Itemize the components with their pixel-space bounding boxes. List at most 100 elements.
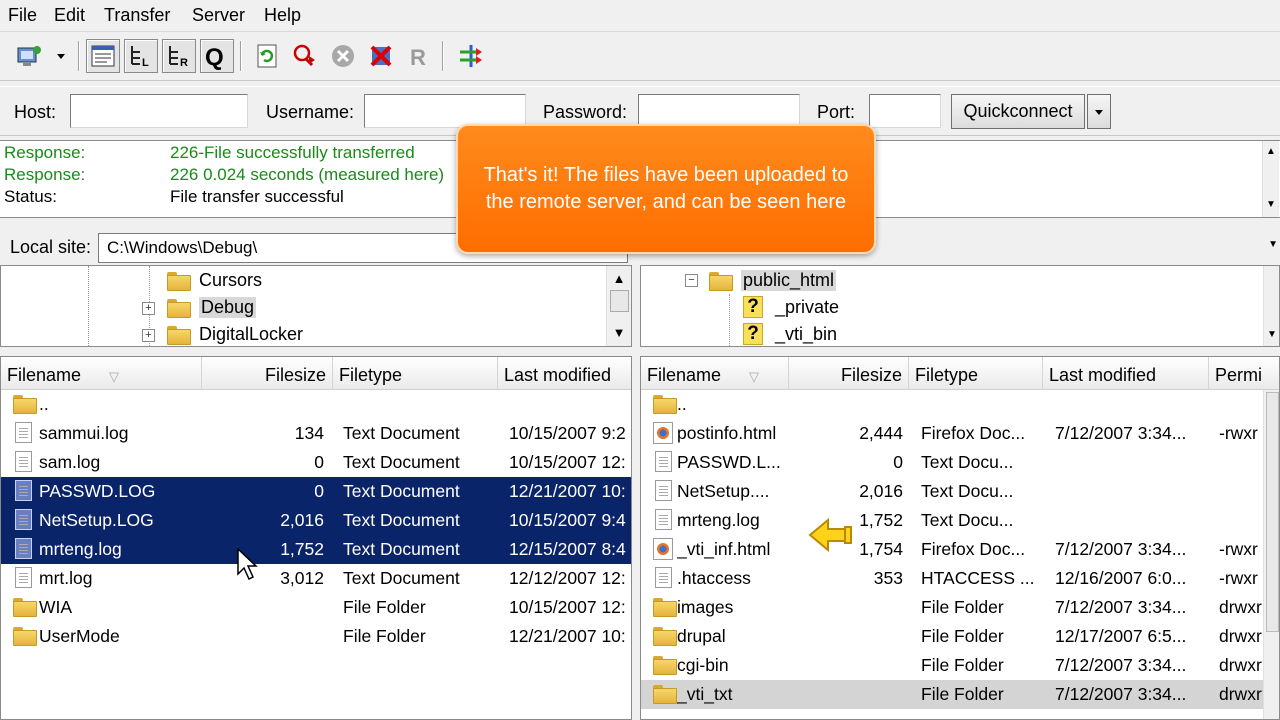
host-input[interactable] — [70, 94, 248, 128]
remote-list-scrollbar[interactable] — [1263, 390, 1279, 719]
scroll-up-icon[interactable]: ▲ — [607, 270, 631, 287]
column-filesize[interactable]: Filesize — [202, 357, 333, 390]
toolbar-separator — [78, 41, 80, 71]
local-file-row[interactable]: sam.log 0 Text Document 10/15/2007 12: — [1, 448, 631, 477]
column-filesize[interactable]: Filesize — [789, 357, 909, 390]
toolbar-separator — [240, 41, 242, 71]
local-file-row[interactable]: WIA File Folder 10/15/2007 12: — [1, 593, 631, 622]
toolbar: L R Q R — [0, 33, 1280, 81]
remote-file-row[interactable]: cgi-bin File Folder 7/12/2007 3:34... drwxr — [641, 651, 1263, 680]
column-filename[interactable]: Filename ▽ — [1, 357, 202, 390]
local-file-row[interactable]: UserMode File Folder 12/21/2007 10: — [1, 622, 631, 651]
refresh-icon[interactable] — [250, 39, 284, 73]
file-modified: 10/15/2007 9:2 — [509, 423, 626, 443]
remote-file-row[interactable]: .. — [641, 390, 1263, 419]
scroll-thumb[interactable] — [1266, 392, 1279, 632]
expand-icon[interactable]: + — [142, 329, 155, 342]
process-queue-icon[interactable] — [288, 39, 322, 73]
menu-file[interactable]: File — [8, 5, 37, 26]
file-permissions: -rwxr — [1219, 539, 1258, 559]
remote-file-row[interactable]: PASSWD.L... 0 Text Docu... — [641, 448, 1263, 477]
menu-transfer[interactable]: Transfer — [104, 5, 170, 26]
remote-tree-icon[interactable]: R — [162, 39, 196, 73]
remote-file-row[interactable]: drupal File Folder 12/17/2007 6:5... drwxr — [641, 622, 1263, 651]
remote-tree-scrollbar[interactable]: ▼ — [1263, 266, 1279, 346]
tree-item-vti-bin[interactable]: ? _vti_bin — [743, 321, 837, 346]
menu-help[interactable]: Help — [264, 5, 301, 26]
collapse-icon[interactable]: − — [685, 274, 698, 287]
column-filename[interactable]: Filename ▽ — [641, 357, 789, 390]
column-last-modified[interactable]: Last modified — [1043, 357, 1209, 390]
file-name: WIA — [39, 597, 73, 617]
remote-file-row[interactable]: postinfo.html 2,444 Firefox Doc... 7/12/200… — [641, 419, 1263, 448]
port-input[interactable] — [869, 94, 941, 128]
local-tree-scrollbar[interactable]: ▲ ▼ — [606, 266, 631, 346]
username-input[interactable] — [364, 94, 526, 128]
tree-item-private[interactable]: ? _private — [743, 294, 839, 320]
svg-text:R: R — [410, 45, 426, 70]
scroll-thumb[interactable] — [610, 290, 629, 312]
local-file-row[interactable]: PASSWD.LOG 0 Text Document 12/21/2007 10: — [1, 477, 631, 506]
local-tree-icon[interactable]: L — [124, 39, 158, 73]
file-type: File Folder — [343, 626, 426, 646]
remote-file-row[interactable]: .htaccess 353 HTACCESS ... 12/16/2007 6:0..… — [641, 564, 1263, 593]
folder-icon — [13, 598, 37, 620]
log-scrollbar[interactable]: ▲ ▼ — [1262, 141, 1279, 217]
tree-item-public-html[interactable]: public_html — [709, 267, 837, 293]
file-name: _vti_txt — [677, 684, 733, 704]
menu-server[interactable]: Server — [192, 5, 245, 26]
file-permissions: -rwxr — [1219, 423, 1258, 443]
remote-file-row[interactable]: images File Folder 7/12/2007 3:34... drwxr — [641, 593, 1263, 622]
file-modified: 7/12/2007 3:34... — [1055, 655, 1187, 675]
remote-file-row[interactable]: NetSetup.... 2,016 Text Docu... — [641, 477, 1263, 506]
sort-arrow-icon: ▽ — [749, 369, 760, 384]
dropdown-arrow-icon[interactable] — [50, 39, 72, 73]
password-input[interactable] — [638, 94, 800, 128]
tree-line — [729, 294, 730, 346]
disconnect-icon[interactable] — [364, 39, 398, 73]
tree-item-digitallocker[interactable]: DigitalLocker — [167, 321, 303, 346]
quickconnect-button[interactable]: Quickconnect — [951, 94, 1085, 129]
menu-edit[interactable]: Edit — [54, 5, 85, 26]
message-log-icon[interactable] — [86, 39, 120, 73]
text-document-icon — [15, 422, 32, 443]
unknown-folder-icon: ? — [743, 323, 763, 345]
quickconnect-dropdown[interactable] — [1087, 94, 1111, 129]
scroll-up-icon[interactable]: ▲ — [1263, 143, 1279, 160]
file-size: 0 — [314, 452, 324, 472]
file-modified: 12/17/2007 6:5... — [1055, 626, 1187, 646]
remote-file-row[interactable]: mrteng.log 1,752 Text Docu... — [641, 506, 1263, 535]
text-document-icon — [655, 509, 672, 530]
tutorial-callout: That's it! The files have been uploaded … — [456, 124, 876, 254]
remote-file-row[interactable]: _vti_inf.html 1,754 Firefox Doc... 7/12/200… — [641, 535, 1263, 564]
tree-item-debug[interactable]: Debug — [167, 294, 257, 320]
local-file-row[interactable]: mrt.log 3,012 Text Document 12/12/2007 12: — [1, 564, 631, 593]
remote-site-dropdown-icon[interactable]: ▼ — [1268, 239, 1278, 250]
file-size: 353 — [873, 568, 903, 588]
column-permissions[interactable]: Permi — [1209, 357, 1269, 390]
expand-icon[interactable]: + — [142, 302, 155, 315]
local-file-row[interactable]: .. — [1, 390, 631, 419]
file-modified: 12/12/2007 12: — [509, 568, 626, 588]
scroll-down-icon[interactable]: ▼ — [1264, 326, 1279, 343]
queue-icon[interactable]: Q — [200, 39, 234, 73]
tree-item-cursors[interactable]: Cursors — [167, 267, 262, 293]
column-filetype[interactable]: Filetype — [333, 357, 498, 390]
column-filetype[interactable]: Filetype — [909, 357, 1043, 390]
file-name: PASSWD.L... — [677, 452, 781, 472]
site-manager-icon[interactable] — [12, 39, 46, 73]
local-file-row[interactable]: mrteng.log 1,752 Text Document 12/15/2007 8… — [1, 535, 631, 564]
cancel-icon[interactable] — [326, 39, 360, 73]
compare-icon[interactable] — [454, 39, 488, 73]
file-type: Text Document — [343, 510, 460, 530]
scroll-down-icon[interactable]: ▼ — [1263, 196, 1279, 213]
column-last-modified[interactable]: Last modified — [498, 357, 631, 390]
scroll-down-icon[interactable]: ▼ — [607, 324, 631, 341]
local-file-row[interactable]: sammui.log 134 Text Document 10/15/2007 9:2 — [1, 419, 631, 448]
folder-icon — [13, 627, 37, 649]
remote-file-row[interactable]: _vti_txt File Folder 7/12/2007 3:34... drwx… — [641, 680, 1263, 709]
local-file-row[interactable]: NetSetup.LOG 2,016 Text Document 10/15/2007… — [1, 506, 631, 535]
filezilla-window: File Edit Transfer Server Help L R Q R H… — [0, 0, 1280, 720]
reconnect-icon[interactable]: R — [402, 39, 436, 73]
pane-splitter[interactable] — [632, 229, 640, 720]
